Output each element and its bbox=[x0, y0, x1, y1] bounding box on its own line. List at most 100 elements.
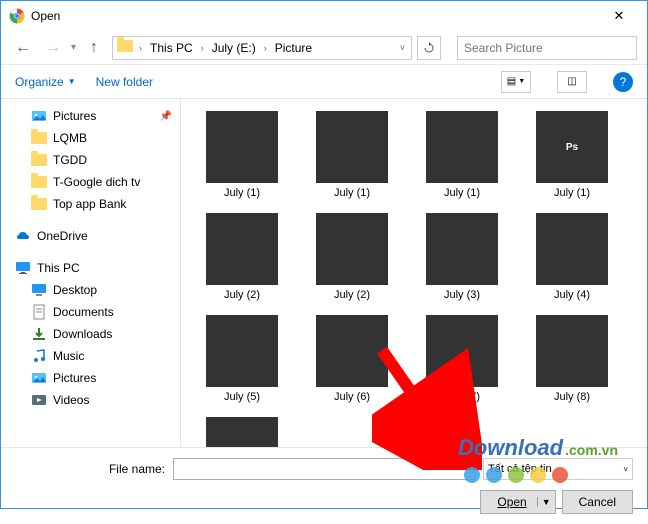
sidebar-label: Top app Bank bbox=[53, 197, 126, 211]
titlebar: Open ✕ bbox=[1, 1, 647, 31]
help-button[interactable]: ? bbox=[613, 72, 633, 92]
file-item[interactable]: Ps July (1) bbox=[519, 107, 625, 203]
up-button[interactable]: ↑ bbox=[82, 36, 106, 60]
music-icon bbox=[31, 348, 47, 364]
new-folder-button[interactable]: New folder bbox=[96, 75, 153, 89]
sidebar-item[interactable]: Desktop bbox=[1, 279, 180, 301]
filename-input[interactable] bbox=[173, 458, 475, 480]
toolbar: Organize ▼ New folder ▤ ▼ ◫ ? bbox=[1, 65, 647, 99]
sidebar-item[interactable]: Downloads bbox=[1, 323, 180, 345]
file-item[interactable]: July (2) bbox=[299, 209, 405, 305]
sidebar-label: OneDrive bbox=[37, 229, 88, 243]
thumbnail bbox=[206, 111, 278, 183]
sidebar-item[interactable]: TGDD bbox=[1, 149, 180, 171]
search-input[interactable] bbox=[457, 36, 637, 60]
file-item[interactable]: July (9) bbox=[189, 413, 295, 447]
thispc-icon bbox=[15, 260, 31, 276]
sidebar-item[interactable]: T-Google dich tv bbox=[1, 171, 180, 193]
sidebar-onedrive[interactable]: OneDrive bbox=[1, 225, 180, 247]
thumbnail bbox=[206, 315, 278, 387]
file-item[interactable]: July (8) bbox=[519, 311, 625, 407]
thumbnail bbox=[426, 111, 498, 183]
documents-icon bbox=[31, 304, 47, 320]
pictures-icon bbox=[31, 370, 47, 386]
breadcrumb-folder[interactable]: Picture bbox=[273, 41, 314, 55]
folder-icon bbox=[31, 196, 47, 212]
thumbnail bbox=[536, 213, 608, 285]
chevron-down-icon: ▼ bbox=[68, 77, 76, 86]
file-label: July (1) bbox=[554, 187, 590, 199]
refresh-button[interactable] bbox=[417, 36, 441, 60]
sidebar-item[interactable]: Pictures bbox=[1, 367, 180, 389]
file-item[interactable]: July (1) bbox=[189, 107, 295, 203]
open-dropdown[interactable]: ▼ bbox=[537, 497, 551, 507]
file-item[interactable]: July (1) bbox=[299, 107, 405, 203]
dialog-body: Pictures 📌 LQMB TGDDT-Google dich tv Top app… bbox=[1, 99, 647, 447]
file-list: July (1)July (1)July (1)PsJuly (1)July (… bbox=[181, 99, 647, 447]
file-label: July (6) bbox=[334, 391, 370, 403]
address-bar[interactable]: › This PC › July (E:) › Picture ˅ bbox=[112, 36, 412, 60]
forward-button[interactable]: → bbox=[41, 36, 65, 60]
thumbnail: Ps bbox=[536, 111, 608, 183]
desktop-icon bbox=[31, 282, 47, 298]
organize-button[interactable]: Organize ▼ bbox=[15, 75, 76, 89]
folder-icon bbox=[31, 152, 47, 168]
file-label: July (2) bbox=[334, 289, 370, 301]
file-label: July (7) bbox=[444, 391, 480, 403]
file-label: July (2) bbox=[224, 289, 260, 301]
sidebar-label: Pictures bbox=[53, 371, 96, 385]
thumbnail bbox=[426, 315, 498, 387]
view-mode-button[interactable]: ▤ ▼ bbox=[501, 71, 531, 93]
filename-label: File name: bbox=[15, 462, 165, 476]
breadcrumb-thispc[interactable]: This PC bbox=[148, 41, 195, 55]
breadcrumb-drive[interactable]: July (E:) bbox=[210, 41, 258, 55]
sidebar-item[interactable]: Documents bbox=[1, 301, 180, 323]
sidebar-item[interactable]: Music bbox=[1, 345, 180, 367]
folder-icon bbox=[31, 174, 47, 190]
thumbnail bbox=[206, 417, 278, 447]
folder-icon bbox=[31, 130, 47, 146]
sidebar-thispc[interactable]: This PC bbox=[1, 257, 180, 279]
file-item[interactable]: July (7) bbox=[409, 311, 515, 407]
file-label: July (4) bbox=[554, 289, 590, 301]
file-label: July (3) bbox=[444, 289, 480, 301]
sidebar-label: Desktop bbox=[53, 283, 97, 297]
pictures-icon bbox=[31, 108, 47, 124]
open-button[interactable]: Open ▼ bbox=[480, 490, 555, 514]
chevron-right-icon[interactable]: › bbox=[199, 43, 206, 53]
file-item[interactable]: July (3) bbox=[409, 209, 515, 305]
chevron-right-icon[interactable]: › bbox=[137, 43, 144, 53]
thumbnail bbox=[316, 111, 388, 183]
file-item[interactable]: July (5) bbox=[189, 311, 295, 407]
chevron-down-icon: ˅ bbox=[623, 465, 628, 474]
file-item[interactable]: July (2) bbox=[189, 209, 295, 305]
sidebar-item[interactable]: Top app Bank bbox=[1, 193, 180, 215]
preview-pane-button[interactable]: ◫ bbox=[557, 71, 587, 93]
file-label: July (8) bbox=[554, 391, 590, 403]
open-dialog: Open ✕ ← → ▾ ↑ › This PC › July (E:) › P… bbox=[0, 0, 648, 509]
sidebar-label: This PC bbox=[37, 261, 80, 275]
sidebar-label: Videos bbox=[53, 393, 89, 407]
file-item[interactable]: July (6) bbox=[299, 311, 405, 407]
downloads-icon bbox=[31, 326, 47, 342]
sidebar-label: Music bbox=[53, 349, 84, 363]
dropdown-icon[interactable]: ˅ bbox=[398, 43, 407, 53]
recent-locations[interactable]: ▾ bbox=[71, 42, 76, 53]
sidebar-label: Pictures bbox=[53, 109, 96, 123]
sidebar-item[interactable]: Videos bbox=[1, 389, 180, 411]
chevron-right-icon[interactable]: › bbox=[262, 43, 269, 53]
cancel-button[interactable]: Cancel bbox=[562, 490, 633, 514]
file-type-filter[interactable]: Tất cả tệp tin ˅ bbox=[483, 458, 633, 480]
file-item[interactable]: July (1) bbox=[409, 107, 515, 203]
sidebar-label: Documents bbox=[53, 305, 114, 319]
sidebar-item[interactable]: LQMB bbox=[1, 127, 180, 149]
file-item[interactable]: July (4) bbox=[519, 209, 625, 305]
pin-icon: 📌 bbox=[160, 111, 172, 122]
open-label: Open bbox=[497, 495, 526, 509]
back-button[interactable]: ← bbox=[11, 36, 35, 60]
onedrive-icon bbox=[15, 228, 31, 244]
sidebar-label: LQMB bbox=[53, 131, 87, 145]
close-button[interactable]: ✕ bbox=[599, 2, 639, 30]
thumbnail bbox=[206, 213, 278, 285]
sidebar-item[interactable]: Pictures 📌 bbox=[1, 105, 180, 127]
